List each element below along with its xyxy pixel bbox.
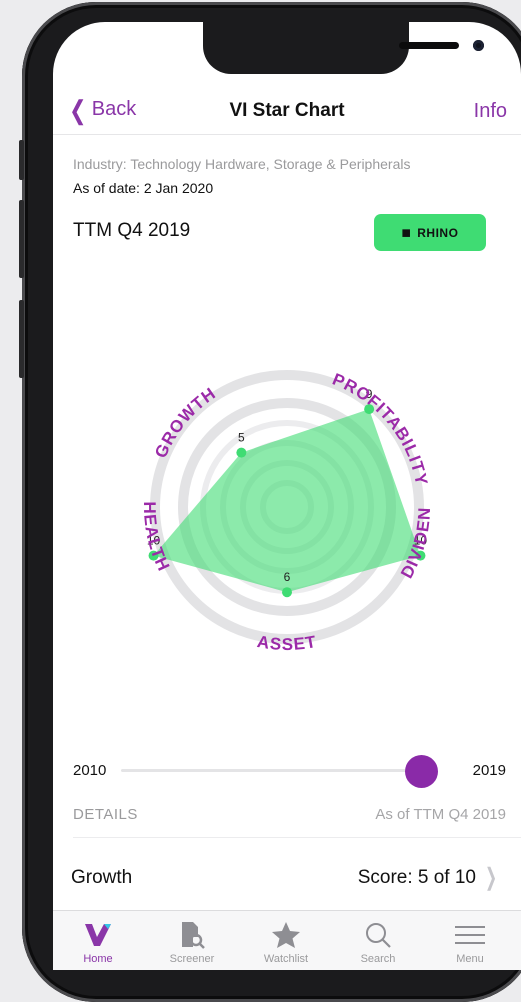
- home-logo-icon: [53, 919, 143, 951]
- info-button[interactable]: Info: [474, 100, 507, 123]
- rhino-icon: ◼: [401, 227, 412, 239]
- score-label-growth: 5: [238, 431, 245, 445]
- volume-up-button: [19, 200, 24, 278]
- tab-watchlist[interactable]: Watchlist: [241, 911, 331, 970]
- tab-label: Watchlist: [263, 953, 309, 965]
- star-icon: [241, 919, 331, 951]
- slider-start-year: 2010: [73, 762, 107, 779]
- as-of-date: As of date: 2 Jan 2020: [73, 180, 214, 196]
- star-chart: 9106105 PROFITABILITY GROWTH HEALTH DIVI…: [53, 292, 433, 654]
- tab-label: Search: [360, 953, 396, 965]
- chevron-right-icon: ❯: [484, 864, 497, 891]
- tab-screener[interactable]: Screener: [147, 911, 237, 970]
- tab-label: Home: [83, 953, 113, 965]
- volume-down-button: [19, 300, 24, 378]
- score-point-asset: [282, 587, 292, 598]
- details-row-growth[interactable]: Growth Score: 5 of 10 ❯: [53, 855, 521, 899]
- screen: ❮ Back VI Star Chart Info Industry: Tech…: [53, 22, 521, 970]
- divider: [73, 837, 521, 838]
- camera: [473, 40, 484, 51]
- score-label-asset: 6: [284, 570, 291, 584]
- tab-menu[interactable]: Menu: [425, 911, 515, 970]
- rhino-badge[interactable]: ◼ RHINO: [374, 214, 486, 251]
- tab-home[interactable]: Home: [53, 911, 143, 970]
- axis-label-growth: GROWTH: [151, 384, 219, 461]
- speaker: [399, 42, 459, 49]
- tab-label: Menu: [456, 953, 484, 965]
- period-label: TTM Q4 2019: [73, 220, 191, 241]
- slider-track[interactable]: [121, 769, 421, 772]
- industry-text: Industry: Technology Hardware, Storage &…: [73, 156, 411, 172]
- row-score: Score: 5 of 10: [357, 867, 476, 888]
- axis-label-health: HEALTH: [140, 501, 174, 574]
- search-icon: [333, 919, 423, 951]
- tab-bar: Home Screener Watchlist Search Menu: [53, 910, 521, 970]
- row-label: Growth: [71, 867, 133, 888]
- back-label: Back: [91, 98, 137, 120]
- menu-icon: [425, 919, 515, 951]
- navigation-bar: ❮ Back VI Star Chart Info: [53, 90, 521, 135]
- slider-thumb[interactable]: [404, 755, 438, 788]
- notch: [203, 22, 484, 74]
- score-point-growth: [236, 447, 247, 458]
- details-heading: DETAILS: [73, 806, 138, 823]
- back-button[interactable]: ❮ Back: [67, 94, 137, 125]
- details-as-of: As of TTM Q4 2019: [375, 806, 506, 823]
- score-polygon: [153, 409, 421, 593]
- year-slider: 2010 2019: [53, 752, 521, 788]
- screener-icon: [147, 919, 237, 951]
- tab-label: Screener: [169, 953, 215, 965]
- chevron-left-icon: ❮: [69, 94, 87, 125]
- mute-switch: [19, 140, 24, 180]
- rhino-badge-label: RHINO: [417, 225, 459, 240]
- axis-label-asset: ASSET: [256, 632, 319, 654]
- slider-end-year: 2019: [472, 762, 506, 779]
- tab-search[interactable]: Search: [333, 911, 423, 970]
